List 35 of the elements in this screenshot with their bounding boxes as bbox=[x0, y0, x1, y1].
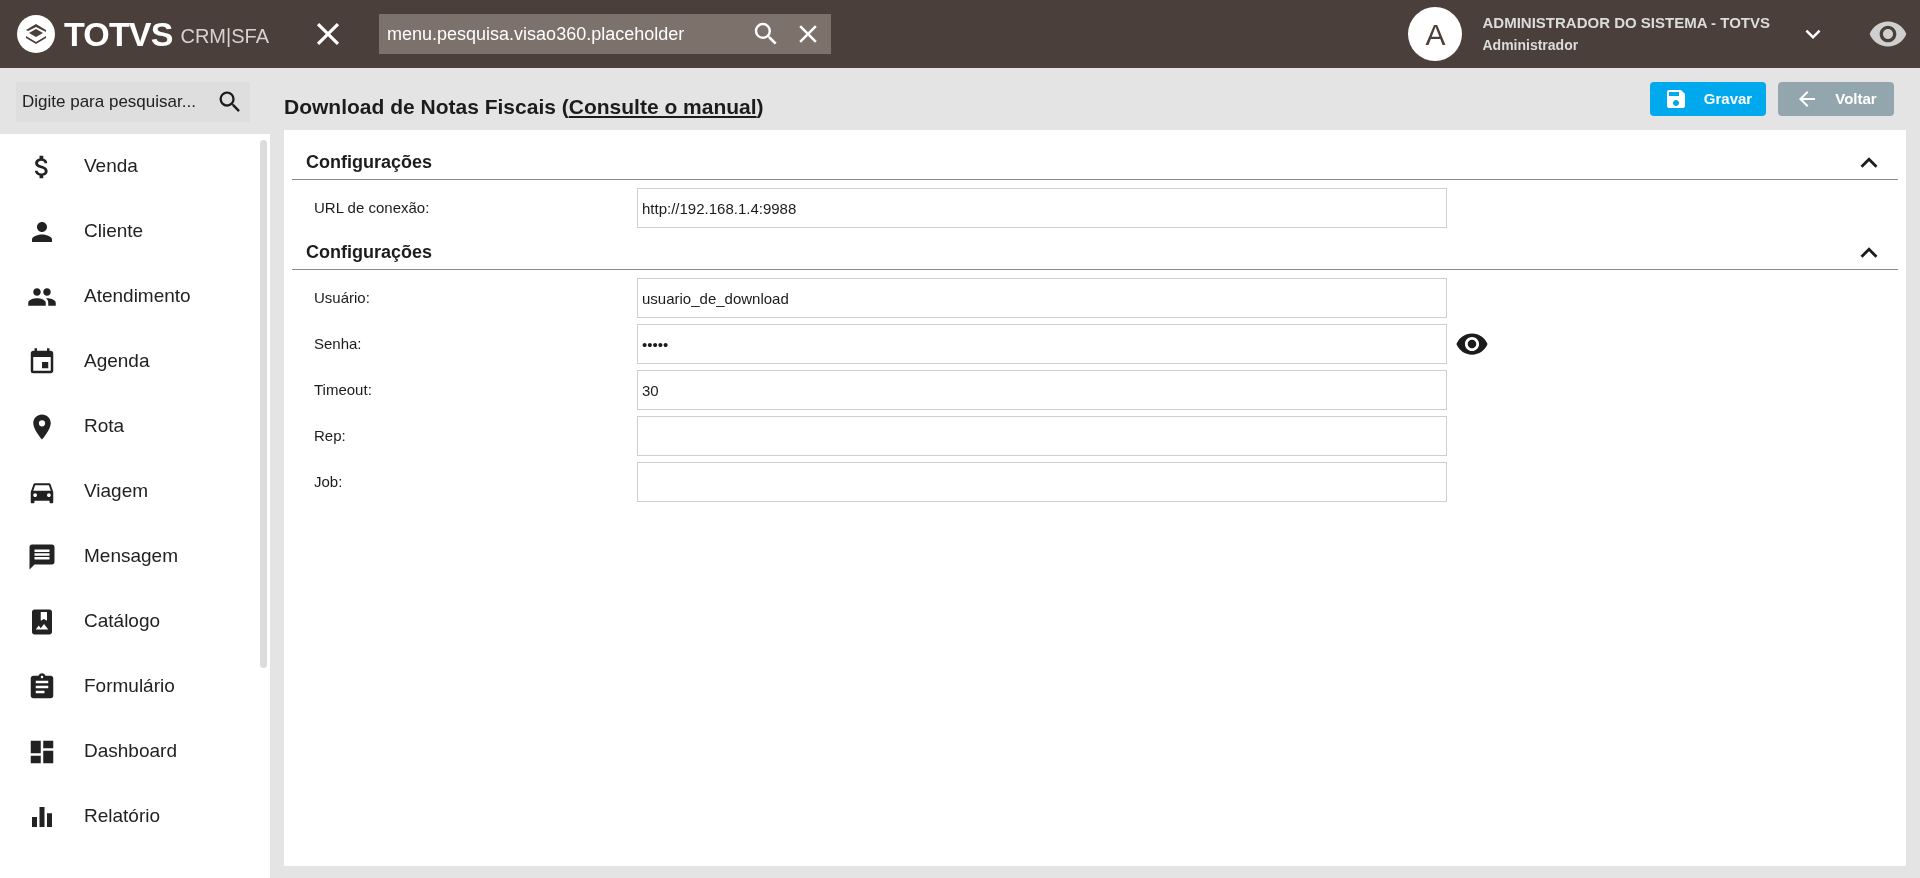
sidebar-item[interactable]: Agenda bbox=[0, 329, 270, 394]
search-bar[interactable]: menu.pesquisa.visao360.placeholder bbox=[379, 14, 832, 54]
sidebar-item[interactable]: Formulário bbox=[0, 654, 270, 719]
sidebar-item[interactable]: Relatório bbox=[0, 784, 270, 849]
user-avatar[interactable]: A bbox=[1408, 7, 1463, 61]
sidebar-item[interactable]: Catálogo bbox=[0, 589, 270, 654]
password-field[interactable]: ••••• bbox=[637, 324, 1447, 364]
user-role: Administrador bbox=[1482, 35, 1580, 55]
sidebar-item[interactable]: Venda bbox=[0, 134, 270, 199]
sidebar-item[interactable]: Viagem bbox=[0, 459, 270, 524]
input-field[interactable]: http://192.168.1.4:9988 bbox=[637, 188, 1447, 228]
sidebar-item[interactable]: Atendimento bbox=[0, 264, 270, 329]
product-name: CRM|SFA bbox=[180, 24, 270, 49]
sidebar-item[interactable]: Rota bbox=[0, 394, 270, 459]
input-field[interactable]: 30 bbox=[637, 370, 1447, 410]
sidebar-search-bar[interactable]: Digite para pesquisar... bbox=[16, 82, 250, 122]
field-label: Job: bbox=[314, 471, 344, 492]
sidebar-item[interactable]: Mensagem bbox=[0, 524, 270, 589]
field-label: Rep: bbox=[314, 425, 347, 446]
sidebar-item[interactable]: Cliente bbox=[0, 199, 270, 264]
input-field[interactable] bbox=[637, 462, 1447, 502]
section-title: Configurações bbox=[306, 151, 433, 174]
input-field[interactable]: usuario_de_download bbox=[637, 278, 1447, 318]
field-label: Senha: bbox=[314, 333, 363, 354]
sidebar-item[interactable]: Dashboard bbox=[0, 719, 270, 784]
field-label: Timeout: bbox=[314, 379, 373, 400]
input-field[interactable] bbox=[637, 416, 1447, 456]
field-label: Usuário: bbox=[314, 287, 371, 308]
field-label: URL de conexão: bbox=[314, 197, 431, 218]
section-title: Configurações bbox=[306, 241, 433, 264]
page-title: Download de Notas Fiscais (Consulte o manual) bbox=[284, 94, 764, 121]
logo-icon bbox=[16, 14, 56, 54]
brand-logo: TOTVS bbox=[64, 13, 173, 55]
search-field[interactable]: menu.pesquisa.visao360.placeholder bbox=[387, 14, 752, 54]
user-name: ADMINISTRADOR DO SISTEMA - TOTVS bbox=[1482, 13, 1770, 34]
